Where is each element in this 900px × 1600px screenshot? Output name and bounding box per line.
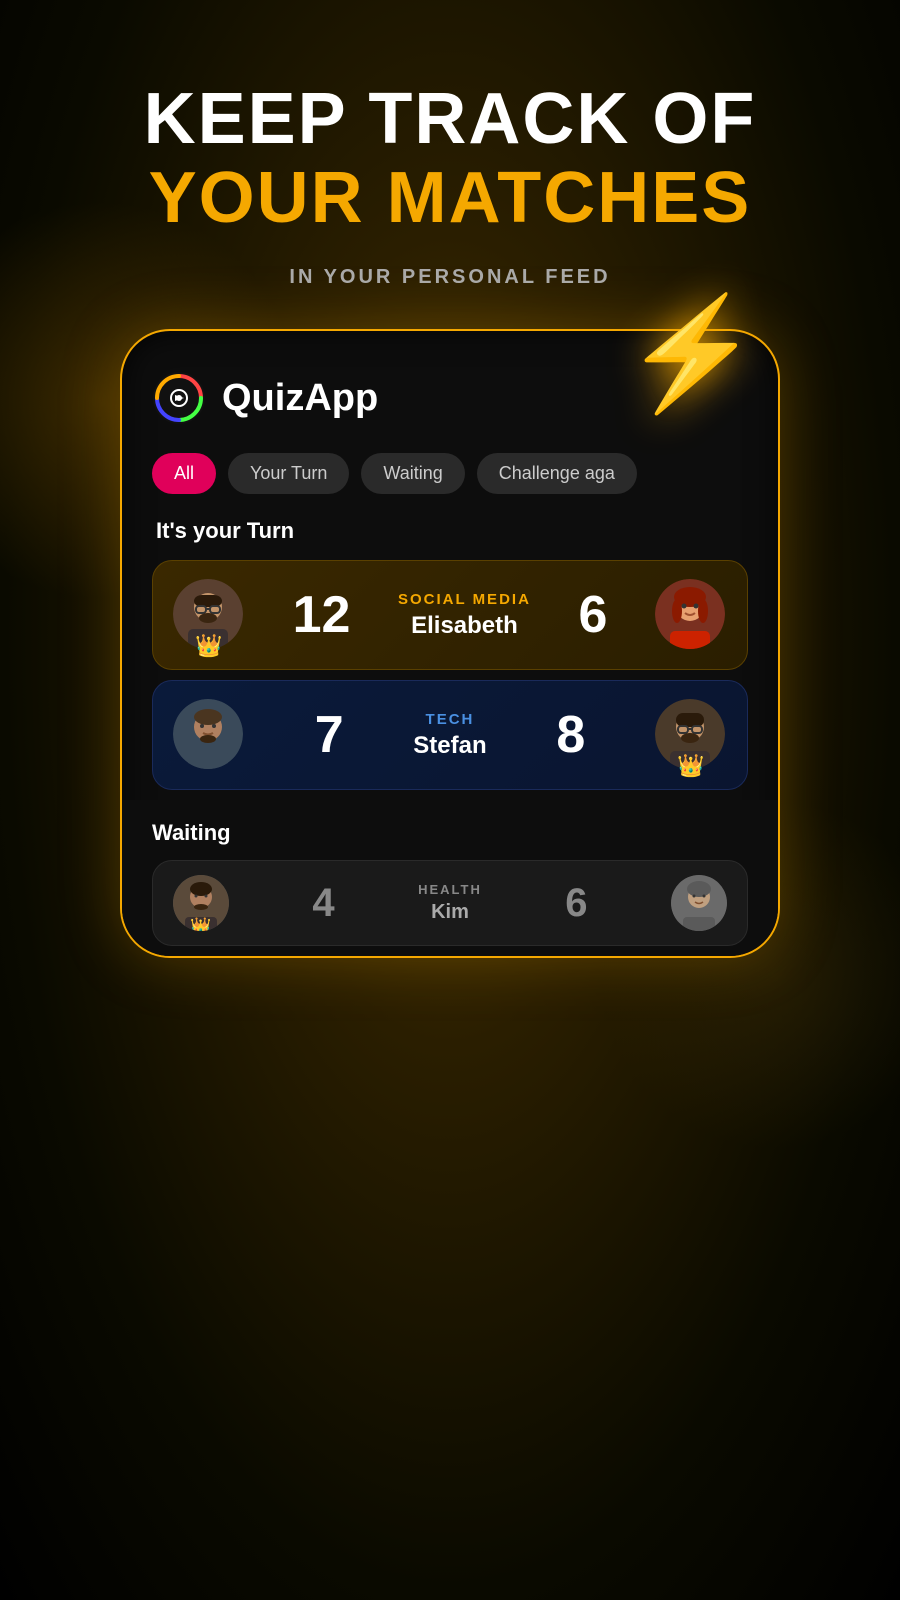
opponent-score-2: 8 — [556, 705, 585, 765]
headline: KEEP TRACK OF YOUR MATCHES — [144, 80, 757, 238]
phone-wrapper: ⚡ QuizApp — [120, 329, 780, 958]
app-logo — [152, 371, 206, 425]
my-score-2: 7 — [315, 705, 344, 765]
opponent-avatar-1 — [655, 579, 725, 649]
waiting-match-center: HEALTH Kim — [418, 882, 482, 924]
opponent-2: Stefan — [413, 732, 486, 760]
waiting-opponent: Kim — [431, 901, 469, 924]
filter-tab-challenge[interactable]: Challenge aga — [477, 453, 637, 494]
opponent-avatar-wrap-2: 👑 — [655, 699, 727, 771]
my-avatar-2 — [173, 699, 243, 769]
lightning-icon: ⚡ — [623, 299, 760, 409]
app-name: QuizApp — [222, 377, 378, 420]
match-card-stefan[interactable]: 7 TECH Stefan 8 — [152, 680, 748, 790]
filter-tab-all[interactable]: All — [152, 453, 216, 494]
waiting-label: Waiting — [152, 820, 748, 846]
category-1: SOCIAL MEDIA — [398, 591, 531, 608]
headline-line2: YOUR MATCHES — [144, 159, 757, 238]
opponent-1: Elisabeth — [411, 612, 518, 640]
crown-2: 👑 — [677, 753, 704, 779]
match-center-1: SOCIAL MEDIA Elisabeth — [398, 591, 531, 640]
crown-1: 👑 — [195, 633, 222, 659]
my-avatar-wrap-1: 👑 — [173, 579, 245, 651]
waiting-score-left: 4 — [312, 881, 334, 926]
waiting-avatar-right — [671, 875, 727, 931]
filter-tab-your-turn[interactable]: Your Turn — [228, 453, 349, 494]
waiting-section: Waiting 👑 — [122, 800, 778, 956]
waiting-avatar-right-img — [671, 875, 727, 931]
my-score-1: 12 — [293, 585, 351, 645]
filter-tabs: All Your Turn Waiting Challenge aga — [152, 453, 748, 494]
match-center-2: TECH Stefan — [413, 711, 486, 760]
match-card-kim[interactable]: 👑 4 HEALTH Kim 6 — [152, 860, 748, 946]
filter-tab-waiting[interactable]: Waiting — [361, 453, 464, 494]
opponent-score-1: 6 — [578, 585, 607, 645]
phone-frame: QuizApp All Your Turn Waiting Challenge … — [120, 329, 780, 958]
waiting-score-right: 6 — [565, 881, 587, 926]
my-avatar-wrap-2 — [173, 699, 245, 771]
waiting-category: HEALTH — [418, 882, 482, 897]
category-2: TECH — [426, 711, 475, 728]
opponent-avatar-wrap-1 — [655, 579, 727, 651]
your-turn-label: It's your Turn — [152, 518, 748, 544]
subtitle: IN YOUR PERSONAL FEED — [289, 266, 610, 289]
waiting-avatar-left: 👑 — [173, 875, 229, 931]
match-card-elisabeth[interactable]: 👑 12 SOCIAL MEDIA Elisabeth 6 — [152, 560, 748, 670]
headline-line1: KEEP TRACK OF — [144, 80, 757, 159]
